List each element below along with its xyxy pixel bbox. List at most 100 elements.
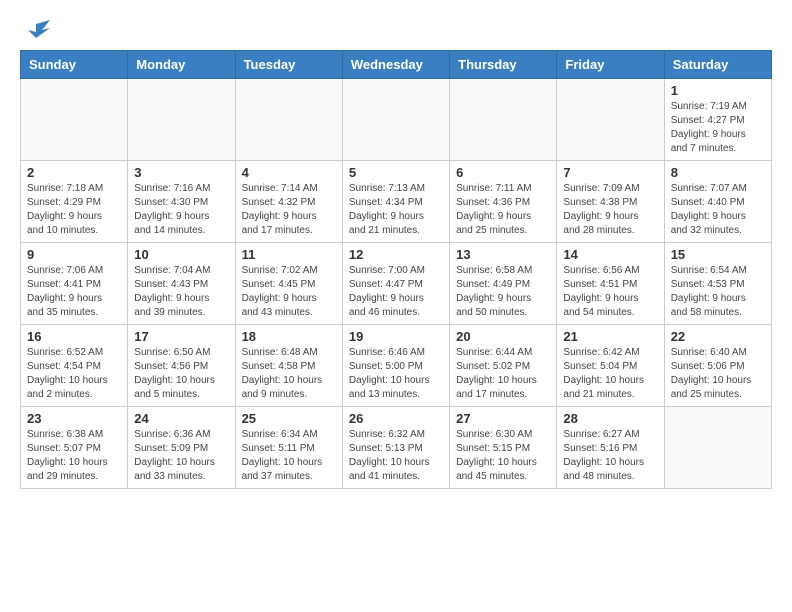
day-of-week-sunday: Sunday	[21, 51, 128, 79]
day-info: Sunrise: 7:13 AM Sunset: 4:34 PM Dayligh…	[349, 182, 443, 238]
calendar-cell: 7 Sunrise: 7:09 AM Sunset: 4:38 PM Daylig…	[557, 161, 664, 243]
calendar-cell: 25 Sunrise: 6:34 AM Sunset: 5:11 PM Dayli…	[235, 407, 342, 489]
day-of-week-saturday: Saturday	[664, 51, 771, 79]
day-info: Sunrise: 7:18 AM Sunset: 4:29 PM Dayligh…	[27, 182, 121, 238]
calendar-week-0: 1 Sunrise: 7:19 AM Sunset: 4:27 PM Daylig…	[21, 79, 772, 161]
day-info: Sunrise: 7:00 AM Sunset: 4:47 PM Dayligh…	[349, 264, 443, 320]
day-number: 2	[27, 165, 121, 180]
calendar-cell: 9 Sunrise: 7:06 AM Sunset: 4:41 PM Daylig…	[21, 243, 128, 325]
day-info: Sunrise: 7:11 AM Sunset: 4:36 PM Dayligh…	[456, 182, 550, 238]
calendar-table: SundayMondayTuesdayWednesdayThursdayFrid…	[20, 50, 772, 489]
calendar-cell: 12 Sunrise: 7:00 AM Sunset: 4:47 PM Dayli…	[342, 243, 449, 325]
day-info: Sunrise: 6:36 AM Sunset: 5:09 PM Dayligh…	[134, 428, 228, 484]
day-info: Sunrise: 7:06 AM Sunset: 4:41 PM Dayligh…	[27, 264, 121, 320]
calendar-cell: 22 Sunrise: 6:40 AM Sunset: 5:06 PM Dayli…	[664, 325, 771, 407]
day-info: Sunrise: 7:19 AM Sunset: 4:27 PM Dayligh…	[671, 100, 765, 156]
day-number: 21	[563, 329, 657, 344]
day-number: 5	[349, 165, 443, 180]
day-number: 19	[349, 329, 443, 344]
day-info: Sunrise: 6:44 AM Sunset: 5:02 PM Dayligh…	[456, 346, 550, 402]
day-info: Sunrise: 6:58 AM Sunset: 4:49 PM Dayligh…	[456, 264, 550, 320]
calendar-cell: 6Sunrise: 7:11 AM Sunset: 4:36 PM Daylig…	[450, 161, 557, 243]
calendar-cell	[664, 407, 771, 489]
day-number: 28	[563, 411, 657, 426]
calendar-cell	[557, 79, 664, 161]
day-number: 14	[563, 247, 657, 262]
calendar-cell: 24 Sunrise: 6:36 AM Sunset: 5:09 PM Dayli…	[128, 407, 235, 489]
calendar-week-1: 2 Sunrise: 7:18 AM Sunset: 4:29 PM Daylig…	[21, 161, 772, 243]
day-number: 16	[27, 329, 121, 344]
calendar-header-row: SundayMondayTuesdayWednesdayThursdayFrid…	[21, 51, 772, 79]
day-info: Sunrise: 6:27 AM Sunset: 5:16 PM Dayligh…	[563, 428, 657, 484]
calendar-cell: 10 Sunrise: 7:04 AM Sunset: 4:43 PM Dayli…	[128, 243, 235, 325]
day-of-week-monday: Monday	[128, 51, 235, 79]
calendar-cell: 18 Sunrise: 6:48 AM Sunset: 4:58 PM Dayli…	[235, 325, 342, 407]
day-number: 18	[242, 329, 336, 344]
day-info: Sunrise: 6:56 AM Sunset: 4:51 PM Dayligh…	[563, 264, 657, 320]
day-info: Sunrise: 6:30 AM Sunset: 5:15 PM Dayligh…	[456, 428, 550, 484]
day-number: 25	[242, 411, 336, 426]
day-info: Sunrise: 7:09 AM Sunset: 4:38 PM Dayligh…	[563, 182, 657, 238]
calendar-cell: 4Sunrise: 7:14 AM Sunset: 4:32 PM Daylig…	[235, 161, 342, 243]
calendar-week-3: 16 Sunrise: 6:52 AM Sunset: 4:54 PM Dayli…	[21, 325, 772, 407]
day-number: 17	[134, 329, 228, 344]
day-number: 15	[671, 247, 765, 262]
day-info: Sunrise: 6:32 AM Sunset: 5:13 PM Dayligh…	[349, 428, 443, 484]
calendar-week-2: 9 Sunrise: 7:06 AM Sunset: 4:41 PM Daylig…	[21, 243, 772, 325]
page-header	[20, 20, 772, 42]
day-number: 24	[134, 411, 228, 426]
day-number: 13	[456, 247, 550, 262]
calendar-cell: 5 Sunrise: 7:13 AM Sunset: 4:34 PM Daylig…	[342, 161, 449, 243]
day-number: 12	[349, 247, 443, 262]
calendar-cell: 27 Sunrise: 6:30 AM Sunset: 5:15 PM Dayli…	[450, 407, 557, 489]
day-info: Sunrise: 6:34 AM Sunset: 5:11 PM Dayligh…	[242, 428, 336, 484]
day-info: Sunrise: 6:48 AM Sunset: 4:58 PM Dayligh…	[242, 346, 336, 402]
day-number: 9	[27, 247, 121, 262]
calendar-cell: 3Sunrise: 7:16 AM Sunset: 4:30 PM Daylig…	[128, 161, 235, 243]
day-number: 7	[563, 165, 657, 180]
day-number: 11	[242, 247, 336, 262]
calendar-cell: 17 Sunrise: 6:50 AM Sunset: 4:56 PM Dayli…	[128, 325, 235, 407]
calendar-cell	[21, 79, 128, 161]
calendar-cell: 14 Sunrise: 6:56 AM Sunset: 4:51 PM Dayli…	[557, 243, 664, 325]
logo	[20, 20, 50, 42]
day-info: Sunrise: 6:38 AM Sunset: 5:07 PM Dayligh…	[27, 428, 121, 484]
calendar-cell: 1 Sunrise: 7:19 AM Sunset: 4:27 PM Daylig…	[664, 79, 771, 161]
day-number: 4	[242, 165, 336, 180]
day-number: 27	[456, 411, 550, 426]
day-of-week-thursday: Thursday	[450, 51, 557, 79]
day-number: 23	[27, 411, 121, 426]
day-info: Sunrise: 6:50 AM Sunset: 4:56 PM Dayligh…	[134, 346, 228, 402]
day-info: Sunrise: 6:40 AM Sunset: 5:06 PM Dayligh…	[671, 346, 765, 402]
calendar-cell: 23 Sunrise: 6:38 AM Sunset: 5:07 PM Dayli…	[21, 407, 128, 489]
day-info: Sunrise: 6:42 AM Sunset: 5:04 PM Dayligh…	[563, 346, 657, 402]
calendar-cell	[342, 79, 449, 161]
calendar-cell	[450, 79, 557, 161]
day-info: Sunrise: 6:52 AM Sunset: 4:54 PM Dayligh…	[27, 346, 121, 402]
day-info: Sunrise: 7:07 AM Sunset: 4:40 PM Dayligh…	[671, 182, 765, 238]
calendar-cell: 11 Sunrise: 7:02 AM Sunset: 4:45 PM Dayli…	[235, 243, 342, 325]
calendar-cell: 21 Sunrise: 6:42 AM Sunset: 5:04 PM Dayli…	[557, 325, 664, 407]
day-info: Sunrise: 7:02 AM Sunset: 4:45 PM Dayligh…	[242, 264, 336, 320]
day-info: Sunrise: 7:04 AM Sunset: 4:43 PM Dayligh…	[134, 264, 228, 320]
calendar-cell	[128, 79, 235, 161]
calendar-cell	[235, 79, 342, 161]
day-of-week-wednesday: Wednesday	[342, 51, 449, 79]
calendar-cell: 15Sunrise: 6:54 AM Sunset: 4:53 PM Dayli…	[664, 243, 771, 325]
day-number: 10	[134, 247, 228, 262]
day-info: Sunrise: 6:46 AM Sunset: 5:00 PM Dayligh…	[349, 346, 443, 402]
day-number: 8	[671, 165, 765, 180]
day-info: Sunrise: 7:16 AM Sunset: 4:30 PM Dayligh…	[134, 182, 228, 238]
calendar-cell: 19 Sunrise: 6:46 AM Sunset: 5:00 PM Dayli…	[342, 325, 449, 407]
calendar-cell: 16 Sunrise: 6:52 AM Sunset: 4:54 PM Dayli…	[21, 325, 128, 407]
day-of-week-friday: Friday	[557, 51, 664, 79]
calendar-cell: 26Sunrise: 6:32 AM Sunset: 5:13 PM Dayli…	[342, 407, 449, 489]
calendar-cell: 2 Sunrise: 7:18 AM Sunset: 4:29 PM Daylig…	[21, 161, 128, 243]
calendar-cell: 13 Sunrise: 6:58 AM Sunset: 4:49 PM Dayli…	[450, 243, 557, 325]
day-number: 20	[456, 329, 550, 344]
logo-bird-icon	[22, 20, 50, 42]
day-number: 22	[671, 329, 765, 344]
day-number: 1	[671, 83, 765, 98]
calendar-cell: 8 Sunrise: 7:07 AM Sunset: 4:40 PM Daylig…	[664, 161, 771, 243]
day-of-week-tuesday: Tuesday	[235, 51, 342, 79]
